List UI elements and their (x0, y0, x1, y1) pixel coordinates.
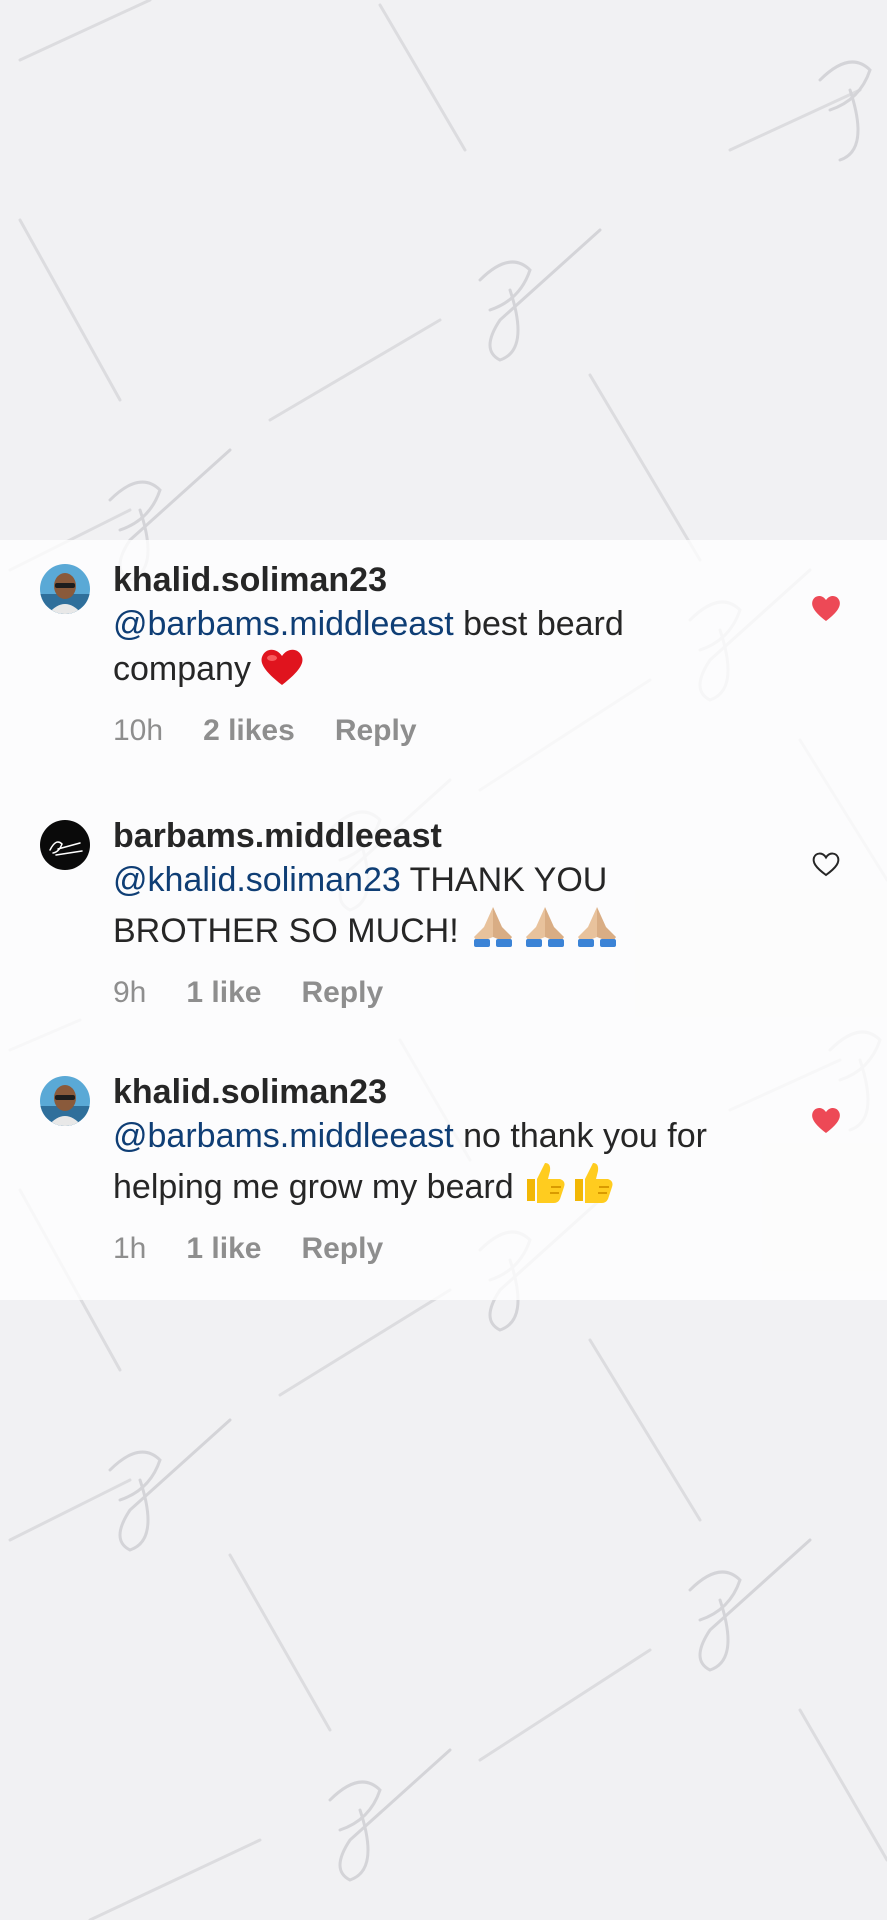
reply-button[interactable]: Reply (335, 711, 417, 751)
comment-meta: 10h 2 likes Reply (113, 711, 753, 751)
person-avatar[interactable] (40, 564, 90, 614)
likes-count[interactable]: 1 like (186, 1229, 261, 1269)
comment-text: @barbams.middleeast no thank you for hel… (113, 1114, 753, 1217)
comment-time: 1h (113, 1232, 147, 1265)
like-heart-icon[interactable] (811, 594, 841, 622)
comment-time: 9h (113, 976, 147, 1009)
likes-count[interactable]: 2 likes (203, 711, 295, 751)
brand-logo-icon (40, 820, 90, 870)
comment-username[interactable]: khalid.soliman23 (113, 1070, 753, 1114)
comment-text: @barbams.middleeast best beard company (113, 602, 753, 699)
comment-text: @khalid.soliman23 THANK YOU BROTHER SO M… (113, 858, 753, 961)
thumbs-up-emoji (523, 1159, 569, 1217)
reply-button[interactable]: Reply (301, 1229, 383, 1269)
comment-body: khalid.soliman23 @barbams.middleeast no … (113, 1070, 753, 1269)
comment-item: khalid.soliman23 @barbams.middleeast no … (0, 1052, 887, 1308)
avatar-image (40, 564, 90, 614)
comment-body: barbams.middleeast @khalid.soliman23 THA… (113, 814, 753, 1013)
likes-count[interactable]: 1 like (186, 973, 261, 1013)
comment-item: barbams.middleeast @khalid.soliman23 THA… (0, 796, 887, 1052)
like-heart-icon[interactable] (811, 1106, 841, 1134)
comment-meta: 9h 1 like Reply (113, 973, 753, 1013)
thumbs-up-emoji (571, 1159, 617, 1217)
red-heart-emoji (260, 647, 304, 699)
mention-link[interactable]: @barbams.middleeast (113, 605, 454, 643)
comment-time: 10h (113, 714, 164, 747)
mention-link[interactable]: @barbams.middleeast (113, 1117, 454, 1155)
comment-list: khalid.soliman23 @barbams.middleeast bes… (0, 540, 887, 1308)
brand-logo-avatar[interactable] (40, 820, 90, 870)
like-heart-outline-icon[interactable] (811, 850, 841, 878)
avatar-image (40, 1076, 90, 1126)
comment-body: khalid.soliman23 @barbams.middleeast bes… (113, 558, 753, 751)
folded-hands-emoji (520, 903, 570, 961)
comment-username[interactable]: barbams.middleeast (113, 814, 753, 858)
comment-username[interactable]: khalid.soliman23 (113, 558, 753, 602)
reply-button[interactable]: Reply (301, 973, 383, 1013)
comment-item: khalid.soliman23 @barbams.middleeast bes… (0, 540, 887, 796)
comment-meta: 1h 1 like Reply (113, 1229, 753, 1269)
folded-hands-emoji (572, 903, 622, 961)
person-avatar[interactable] (40, 1076, 90, 1126)
mention-link[interactable]: @khalid.soliman23 (113, 861, 401, 899)
folded-hands-emoji (468, 903, 518, 961)
